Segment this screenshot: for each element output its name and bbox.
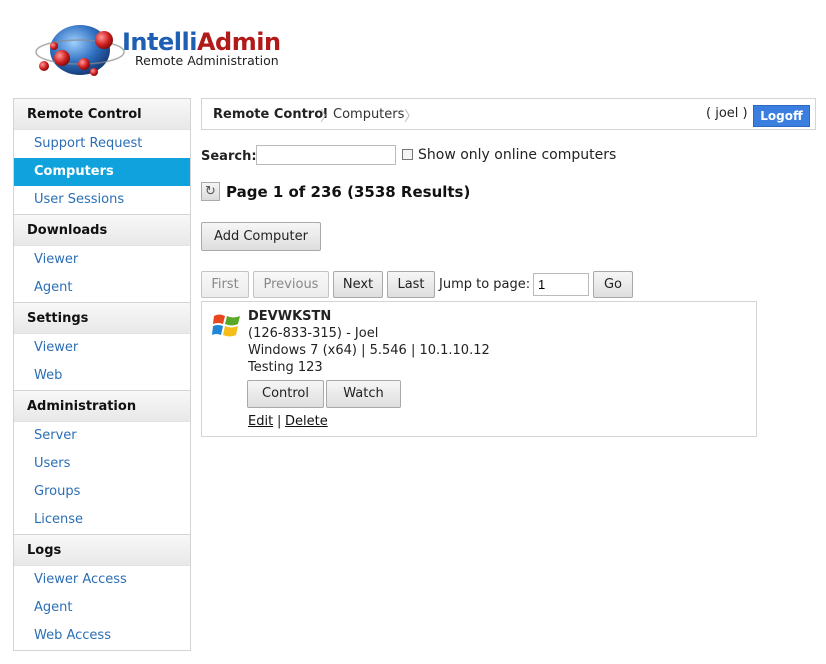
globe-logo-icon: [35, 25, 125, 76]
go-button[interactable]: Go: [593, 271, 633, 298]
online-only-label[interactable]: Show only online computers: [418, 147, 616, 163]
sidebar-section-settings: Settings: [14, 302, 190, 334]
last-page-button[interactable]: Last: [387, 271, 435, 298]
logo-subtitle: Remote Administration: [135, 53, 279, 68]
sidebar: Remote Control Support Request Computers…: [13, 98, 191, 651]
sidebar-section-logs: Logs: [14, 534, 190, 566]
breadcrumb-root[interactable]: Remote Control: [213, 107, 328, 122]
search-label: Search:: [201, 149, 257, 164]
sidebar-item-download-agent[interactable]: Agent: [14, 274, 190, 302]
sidebar-item-users[interactable]: Users: [14, 450, 190, 478]
breadcrumb-separator-icon: 〉: [404, 109, 418, 125]
computer-card: DEVWKSTN (126-833-315) - Joel Windows 7 …: [201, 301, 757, 437]
sidebar-item-groups[interactable]: Groups: [14, 478, 190, 506]
breadcrumb-current: Computers: [333, 107, 405, 122]
computer-name: DEVWKSTN: [248, 309, 332, 324]
sidebar-item-viewer-access[interactable]: Viewer Access: [14, 566, 190, 594]
edit-link[interactable]: Edit: [248, 414, 273, 429]
logoff-button[interactable]: Logoff: [753, 105, 810, 127]
breadcrumb: Remote Control 〉 Computers 〉 ( joel ) Lo…: [201, 98, 816, 130]
intelliadmin-logo: IntelliAdmin Remote Administration: [32, 18, 302, 82]
sidebar-section-downloads: Downloads: [14, 214, 190, 246]
sidebar-item-support-request[interactable]: Support Request: [14, 130, 190, 158]
refresh-icon[interactable]: ↻: [201, 182, 220, 201]
search-input[interactable]: [256, 145, 396, 165]
delete-link[interactable]: Delete: [285, 414, 328, 429]
computer-id: (126-833-315) - Joel: [248, 326, 379, 341]
current-user: ( joel ): [706, 106, 748, 121]
computer-info: Windows 7 (x64) | 5.546 | 10.1.10.12: [248, 343, 490, 358]
sidebar-item-server[interactable]: Server: [14, 422, 190, 450]
logo-brand: IntelliAdmin: [122, 28, 281, 56]
sidebar-item-computers[interactable]: Computers: [14, 158, 190, 186]
sidebar-item-user-sessions[interactable]: User Sessions: [14, 186, 190, 214]
breadcrumb-separator-icon: 〉: [320, 109, 334, 125]
online-only-checkbox[interactable]: [402, 149, 413, 160]
sidebar-item-settings-web[interactable]: Web: [14, 362, 190, 390]
page-info: Page 1 of 236 (3538 Results): [226, 183, 471, 201]
link-separator: |: [277, 414, 282, 429]
sidebar-section-remote-control: Remote Control: [14, 98, 190, 130]
computer-note: Testing 123: [248, 360, 323, 375]
sidebar-item-logs-agent[interactable]: Agent: [14, 594, 190, 622]
next-page-button[interactable]: Next: [333, 271, 383, 298]
sidebar-item-download-viewer[interactable]: Viewer: [14, 246, 190, 274]
sidebar-item-web-access[interactable]: Web Access: [14, 622, 190, 650]
sidebar-item-license[interactable]: License: [14, 506, 190, 534]
jump-to-page-label: Jump to page:: [439, 277, 531, 292]
watch-button[interactable]: Watch: [326, 380, 401, 408]
jump-to-page-input[interactable]: [533, 273, 589, 296]
sidebar-item-settings-viewer[interactable]: Viewer: [14, 334, 190, 362]
sidebar-section-administration: Administration: [14, 390, 190, 422]
add-computer-button[interactable]: Add Computer: [201, 222, 321, 251]
control-button[interactable]: Control: [247, 380, 324, 408]
previous-page-button[interactable]: Previous: [253, 271, 329, 298]
windows-logo-icon: [212, 314, 240, 337]
first-page-button[interactable]: First: [201, 271, 249, 298]
